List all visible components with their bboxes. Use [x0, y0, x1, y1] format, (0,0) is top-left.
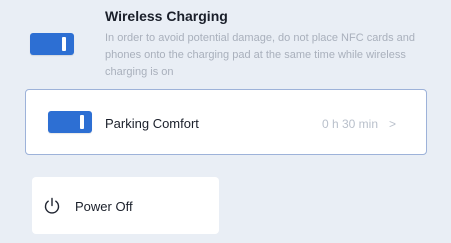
toggle-knob [80, 115, 84, 129]
parking-comfort-toggle[interactable] [48, 111, 92, 133]
wireless-charging-description: In order to avoid potential damage, do n… [105, 32, 416, 78]
parking-comfort-duration: 0 h 30 min [321, 117, 378, 131]
toggle-knob [62, 37, 66, 51]
wireless-charging-title: Wireless Charging [105, 8, 228, 24]
parking-comfort-title: Parking Comfort [105, 116, 199, 131]
power-off-label: Power Off [75, 199, 133, 214]
power-icon [44, 197, 60, 214]
wireless-charging-row: Wireless Charging In order to avoid pote… [0, 0, 451, 84]
parking-comfort-row[interactable]: Parking Comfort 0 h 30 min > [25, 89, 427, 155]
chevron-right-icon: > [388, 117, 396, 131]
wireless-charging-toggle[interactable] [30, 33, 74, 55]
power-off-button[interactable]: Power Off [32, 177, 219, 234]
